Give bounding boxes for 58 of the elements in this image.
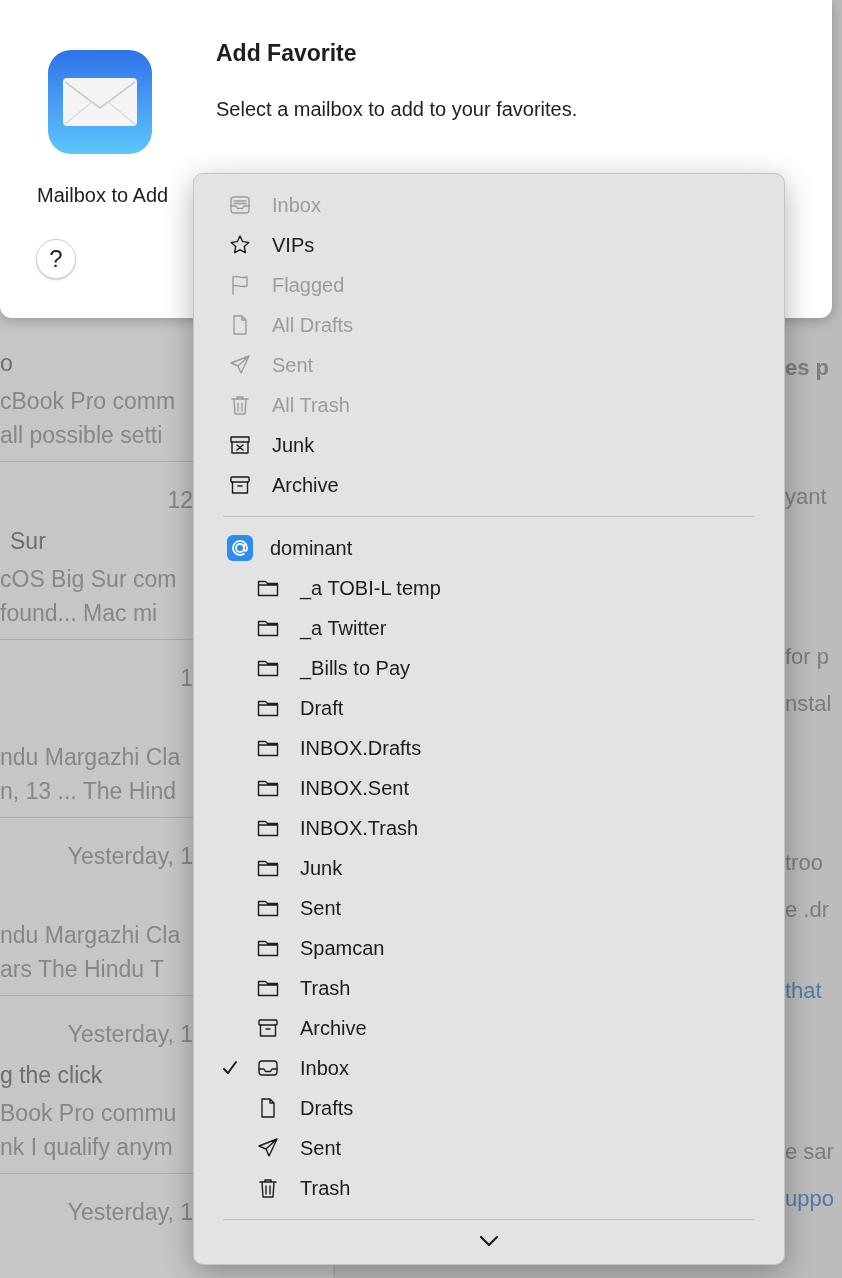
body-text: e sar (785, 1138, 835, 1166)
account-name: dominant (270, 536, 353, 560)
trash-icon (256, 1176, 280, 1200)
dialog-message: Select a mailbox to add to your favorites. (216, 98, 578, 121)
menu-item[interactable]: Inbox (194, 1048, 764, 1088)
menu-item[interactable]: INBOX.Drafts (194, 728, 764, 768)
menu-item[interactable]: Junk (194, 848, 764, 888)
chevron-down-icon[interactable] (479, 1235, 499, 1247)
menu-item[interactable]: VIPs (194, 225, 764, 265)
body-text: troo (785, 849, 824, 877)
message-date: Yesterday, 1 (67, 844, 193, 868)
at-sign-icon (227, 535, 253, 561)
menu-item[interactable]: INBOX.Trash (194, 808, 764, 848)
message-date: 12 (167, 488, 193, 512)
menu-item[interactable]: Sent (194, 888, 764, 928)
dialog-title: Add Favorite (216, 40, 357, 67)
message-date: 1 (180, 666, 193, 690)
menu-item[interactable]: _a TOBI-L temp (194, 568, 764, 608)
message-subject: g the click (0, 1063, 104, 1087)
menu-item[interactable]: Junk (194, 425, 764, 465)
message-preview: all possible setti (0, 421, 164, 450)
heading-text: es p (785, 354, 831, 382)
message-preview: cOS Big Sur com (0, 565, 178, 594)
menu-item[interactable]: _Bills to Pay (194, 648, 764, 688)
menu-item[interactable]: Trash (194, 968, 764, 1008)
field-label: Mailbox to Add (37, 184, 169, 207)
menu-item[interactable]: Archive (194, 465, 764, 505)
menu-item[interactable]: Sent (194, 1128, 764, 1168)
archive-box-icon (228, 473, 252, 497)
menu-item[interactable]: Archive (194, 1008, 764, 1048)
message-preview: ars The Hindu T (0, 955, 166, 984)
message-subject: Sur (9, 529, 47, 553)
message-preview: found... Mac mi (0, 599, 159, 628)
mail-app-icon (48, 50, 152, 154)
menu-item[interactable]: Spamcan (194, 928, 764, 968)
menu-item[interactable]: Drafts (194, 1088, 764, 1128)
message-subject: o (0, 351, 14, 375)
body-text: for p (785, 643, 831, 671)
menu-item[interactable]: Trash (194, 1168, 764, 1208)
menu-item[interactable]: INBOX.Sent (194, 768, 764, 808)
message-preview: cBook Pro comm (0, 387, 177, 416)
message-preview: Book Pro commu (0, 1099, 178, 1128)
menu-item[interactable]: Draft (194, 688, 764, 728)
trash-icon (228, 393, 252, 417)
message-preview: n, 13 ... The Hind (0, 777, 177, 806)
body-text: nstal (785, 690, 833, 718)
body-text: yant (785, 483, 828, 511)
body-text: e .dr (785, 896, 831, 924)
inbox-icon (228, 193, 252, 217)
message-date: Yesterday, 1 (67, 1022, 193, 1046)
message-preview: ndu Margazhi Cla (0, 743, 182, 772)
message-date: Yesterday, 1 (67, 1200, 193, 1224)
menu-item[interactable]: _a Twitter (194, 608, 764, 648)
message-preview: nk I qualify anym (0, 1133, 174, 1162)
junk-box-icon (228, 433, 252, 457)
message-preview: ndu Margazhi Cla (0, 921, 182, 950)
archive-box-icon (256, 1016, 280, 1040)
help-button[interactable]: ? (36, 239, 76, 279)
